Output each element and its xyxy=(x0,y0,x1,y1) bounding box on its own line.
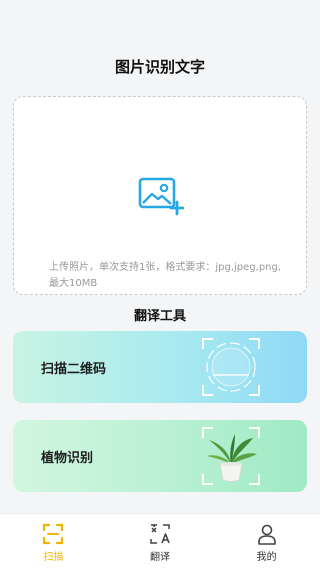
scan-qr-code-label: 扫描二维码 xyxy=(41,362,107,377)
tab-scan[interactable]: 扫描 xyxy=(0,514,107,568)
qr-scan-frame-icon xyxy=(202,338,260,396)
bottom-tab-bar: 扫描 翻译 我的 xyxy=(0,513,320,568)
tab-translate[interactable]: 翻译 xyxy=(107,514,214,568)
image-upload-area[interactable]: 上传照片，单次支持1张，格式要求：jpg,jpeg,png,最大10MB xyxy=(13,96,307,295)
upload-hint: 上传照片，单次支持1张，格式要求：jpg,jpeg,png,最大10MB xyxy=(49,262,282,289)
plant-identify-card[interactable]: 植物识别 xyxy=(13,420,307,492)
image-add-icon xyxy=(138,177,184,216)
tab-mine-label: 我的 xyxy=(256,552,277,563)
user-icon xyxy=(257,524,276,545)
tab-mine[interactable]: 我的 xyxy=(213,514,320,568)
tools-section-title: 翻译工具 xyxy=(133,309,186,324)
page-title: 图片识别文字 xyxy=(114,58,205,76)
tab-translate-label: 翻译 xyxy=(150,552,170,563)
potted-plant-icon xyxy=(202,427,260,485)
scan-icon xyxy=(43,523,64,545)
scan-qr-code-card[interactable]: 扫描二维码 xyxy=(13,331,307,403)
tab-scan-label: 扫描 xyxy=(43,552,64,563)
translate-icon xyxy=(150,524,170,544)
plant-identify-label: 植物识别 xyxy=(41,451,94,466)
